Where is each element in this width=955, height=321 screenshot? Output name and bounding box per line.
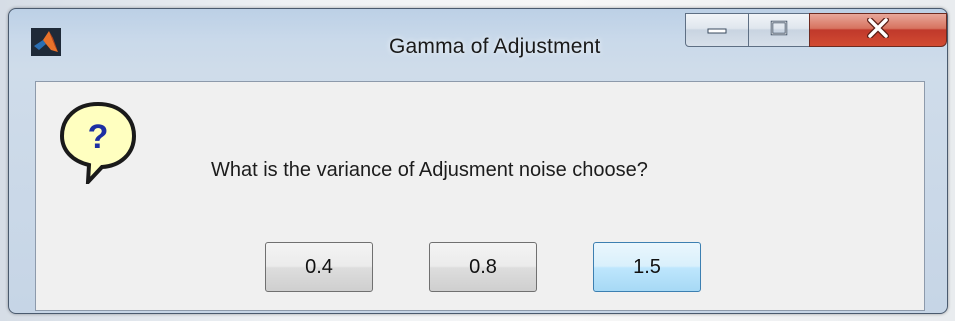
close-icon (867, 16, 889, 43)
dialog-content: ? What is the variance of Adjusment nois… (35, 81, 925, 311)
maximize-icon (770, 20, 788, 41)
option-button-label: 0.4 (305, 255, 333, 278)
option-button-1-5[interactable]: 1.5 (593, 242, 701, 292)
dialog-message: What is the variance of Adjusment noise … (211, 159, 648, 181)
option-button-0-8[interactable]: 0.8 (429, 242, 537, 292)
option-button-label: 0.8 (469, 255, 497, 278)
option-button-0-4[interactable]: 0.4 (265, 242, 373, 292)
svg-text:?: ? (88, 118, 109, 156)
minimize-icon (707, 21, 727, 39)
close-button[interactable] (809, 13, 947, 47)
question-bubble-icon: ? (58, 100, 138, 188)
window-title: Gamma of Adjustment (389, 35, 601, 58)
option-button-label: 1.5 (633, 255, 661, 278)
title-bar[interactable]: Gamma of Adjustment (9, 9, 947, 67)
minimize-button[interactable] (685, 13, 749, 47)
maximize-button[interactable] (748, 13, 810, 47)
dialog-window: Gamma of Adjustment ? What is the varian… (8, 8, 948, 314)
matlab-logo-icon[interactable] (31, 28, 61, 56)
